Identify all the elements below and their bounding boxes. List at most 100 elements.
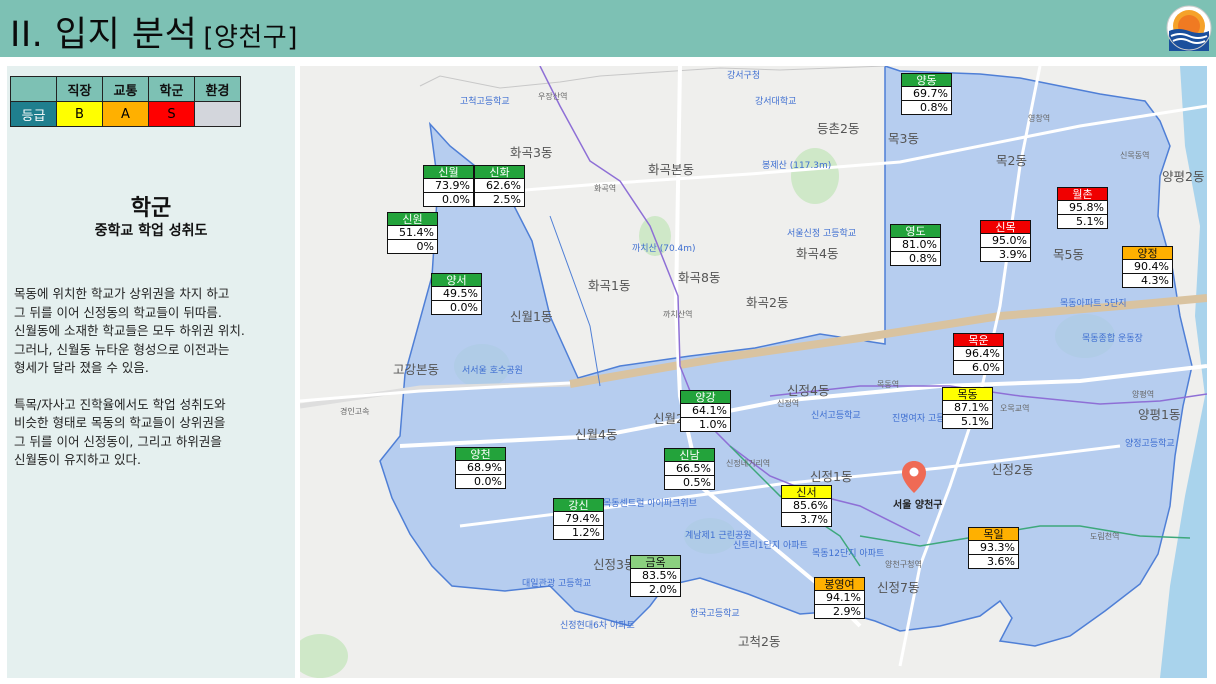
place-label: 신정2동 — [991, 462, 1034, 477]
school-marker[interactable]: 목동 87.1% 5.1% — [942, 387, 993, 429]
description-line: 특목/자사고 진학율에서도 학업 성취도와 — [14, 396, 226, 412]
school-marker[interactable]: 신남 66.5% 0.5% — [664, 448, 715, 490]
place-label: 영창역 — [1028, 114, 1051, 123]
district-map[interactable]: 화곡본동 화곡1동 화곡8동 화곡2동 화곡4동 화곡3동 등촌2동 목2동 목… — [300, 66, 1207, 678]
achievement-rate: 49.5% — [431, 287, 482, 301]
grade-col-work: 직장 — [56, 76, 103, 102]
place-label: 신정현대6차 아파트 — [560, 621, 635, 631]
place-label: 목3동 — [888, 131, 919, 146]
place-label: 신트리1단지 아파트 — [733, 541, 808, 551]
school-name: 목운 — [953, 333, 1004, 347]
place-label: 화곡4동 — [796, 246, 839, 261]
place-label: 서울신정 고등학교 — [787, 229, 857, 239]
school-marker[interactable]: 신목 95.0% 3.9% — [980, 220, 1031, 262]
school-marker[interactable]: 신월 73.9% 0.0% — [423, 165, 474, 207]
achievement-rate: 66.5% — [664, 462, 715, 476]
school-marker[interactable]: 월촌 95.8% 5.1% — [1057, 187, 1108, 229]
place-label: 고척고등학교 — [460, 97, 510, 107]
school-marker[interactable]: 목일 93.3% 3.6% — [968, 527, 1019, 569]
school-name: 목일 — [968, 527, 1019, 541]
place-label: 목동센트럴 아이파크위브 — [603, 499, 697, 509]
school-marker[interactable]: 신원 51.4% 0% — [387, 212, 438, 254]
school-marker[interactable]: 양동 69.7% 0.8% — [901, 73, 952, 115]
school-marker[interactable]: 목운 96.4% 6.0% — [953, 333, 1004, 375]
page-subtitle: [양천구] — [203, 23, 298, 53]
school-marker[interactable]: 금옥 83.5% 2.0% — [630, 555, 681, 597]
special-school-rate: 0.8% — [901, 101, 952, 115]
school-marker[interactable]: 양정 90.4% 4.3% — [1122, 246, 1173, 288]
school-name: 양정 — [1122, 246, 1173, 260]
description-line: 그러나, 신월동 뉴타운 형성으로 이전과는 — [14, 341, 230, 357]
sunrise-logo-icon — [1166, 5, 1212, 51]
special-school-rate: 6.0% — [953, 361, 1004, 375]
achievement-rate: 68.9% — [455, 461, 506, 475]
place-label: 봉제산 (117.3m) — [762, 161, 832, 171]
place-label: 강서구청 — [727, 71, 761, 81]
school-marker[interactable]: 신서 85.6% 3.7% — [781, 485, 832, 527]
school-marker[interactable]: 신화 62.6% 2.5% — [474, 165, 525, 207]
school-name: 강신 — [553, 498, 604, 512]
special-school-rate: 3.7% — [781, 513, 832, 527]
place-label: 우장산역 — [538, 92, 568, 101]
school-marker[interactable]: 양천 68.9% 0.0% — [455, 447, 506, 489]
school-marker[interactable]: 영도 81.0% 0.8% — [890, 224, 941, 266]
special-school-rate: 2.0% — [630, 583, 681, 597]
special-school-rate: 3.9% — [980, 248, 1031, 262]
place-label: 등촌2동 — [817, 121, 860, 136]
special-school-rate: 3.6% — [968, 555, 1019, 569]
special-school-rate: 1.2% — [553, 526, 604, 540]
school-name: 신목 — [980, 220, 1031, 234]
place-label: 목동12단지 아파트 — [812, 549, 885, 559]
achievement-rate: 85.6% — [781, 499, 832, 513]
grade-table-corner — [10, 76, 57, 102]
place-label: 화곡역 — [594, 184, 617, 193]
special-school-rate: 1.0% — [680, 418, 731, 432]
achievement-rate: 81.0% — [890, 238, 941, 252]
header-bar: II. 입지 분석 [양천구] — [0, 0, 1216, 57]
achievement-rate: 73.9% — [423, 179, 474, 193]
special-school-rate: 0.0% — [423, 193, 474, 207]
school-name: 신원 — [387, 212, 438, 226]
place-label: 한국고등학교 — [690, 609, 740, 619]
special-school-rate: 0.0% — [431, 301, 482, 315]
place-label: 화곡3동 — [510, 145, 553, 160]
place-label: 까치산 (70.4m) — [632, 244, 696, 254]
achievement-rate: 64.1% — [680, 404, 731, 418]
achievement-rate: 93.3% — [968, 541, 1019, 555]
place-label: 도림천역 — [1090, 532, 1120, 541]
place-label: 신정4동 — [787, 383, 830, 398]
special-school-rate: 5.1% — [942, 415, 993, 429]
place-label: 대일관광 고등학교 — [522, 579, 592, 589]
place-label: 양평역 — [1132, 390, 1155, 399]
achievement-rate: 69.7% — [901, 87, 952, 101]
description-line: 형세가 달라 졌을 수 있음. — [14, 360, 149, 375]
place-label: 화곡본동 — [648, 162, 695, 177]
grade-table: 직장 교통 학군 환경 등급 B A S — [10, 76, 241, 127]
school-name: 영도 — [890, 224, 941, 238]
location-pin-icon[interactable] — [902, 461, 926, 493]
special-school-rate: 0.0% — [455, 475, 506, 489]
special-school-rate: 0.5% — [664, 476, 715, 490]
school-marker[interactable]: 봉영여 94.1% 2.9% — [814, 577, 865, 619]
school-marker[interactable]: 양서 49.5% 0.0% — [431, 273, 482, 315]
place-label: 목2동 — [996, 153, 1027, 168]
description-line: 비슷한 형태로 목동의 학교들이 상위권을 — [14, 415, 226, 430]
special-school-rate: 0% — [387, 240, 438, 254]
achievement-rate: 94.1% — [814, 591, 865, 605]
grade-table-header-row: 직장 교통 학군 환경 — [10, 76, 241, 102]
grade-col-transport: 교통 — [102, 76, 149, 102]
achievement-rate: 87.1% — [942, 401, 993, 415]
school-marker[interactable]: 강신 79.4% 1.2% — [553, 498, 604, 540]
place-label: 목동아파트 5단지 — [1060, 299, 1127, 309]
pin-label: 서울 양천구 — [893, 500, 943, 511]
school-marker[interactable]: 양강 64.1% 1.0% — [680, 390, 731, 432]
grade-table-value-row: 등급 B A S — [10, 101, 241, 127]
grade-row-label: 등급 — [10, 101, 57, 127]
school-name: 신월 — [423, 165, 474, 179]
special-school-rate: 2.5% — [474, 193, 525, 207]
school-name: 금옥 — [630, 555, 681, 569]
place-label: 신목동역 — [1120, 151, 1150, 160]
place-label: 양천구청역 — [885, 560, 922, 569]
description-paragraph-1: 목동에 위치한 학교가 상위권을 차지 하고 그 뒤를 이어 신정동의 학교들이… — [14, 285, 294, 378]
place-label: 경인고속 — [340, 407, 370, 416]
